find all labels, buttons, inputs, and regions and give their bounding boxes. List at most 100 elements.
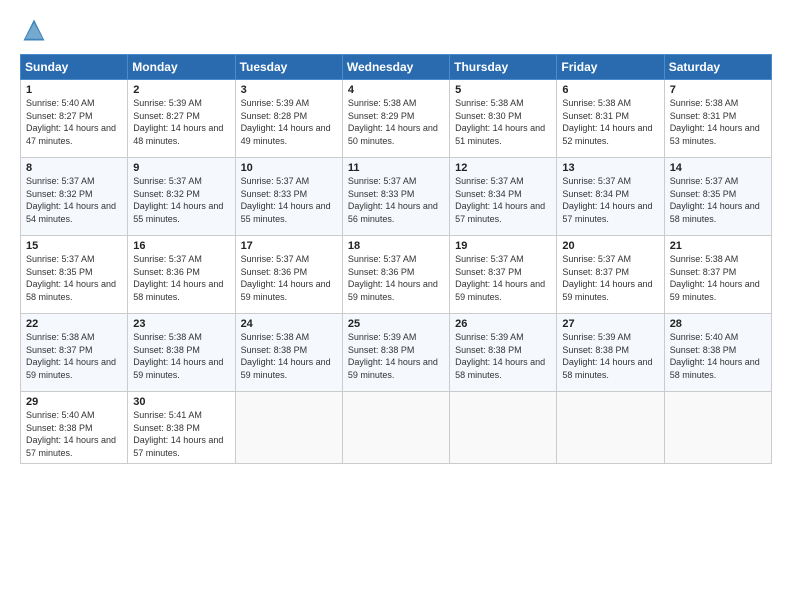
- col-header-thursday: Thursday: [450, 55, 557, 80]
- calendar-cell: 26 Sunrise: 5:39 AM Sunset: 8:38 PM Dayl…: [450, 314, 557, 392]
- col-header-monday: Monday: [128, 55, 235, 80]
- sunrise-text: Sunrise: 5:37 AM: [241, 254, 310, 264]
- daylight-text: Daylight: 14 hours and 57 minutes.: [26, 435, 116, 458]
- sunrise-text: Sunrise: 5:41 AM: [133, 410, 202, 420]
- sunset-text: Sunset: 8:38 PM: [133, 423, 200, 433]
- calendar-cell: 5 Sunrise: 5:38 AM Sunset: 8:30 PM Dayli…: [450, 80, 557, 158]
- daylight-text: Daylight: 14 hours and 57 minutes.: [562, 201, 652, 224]
- sunrise-text: Sunrise: 5:38 AM: [133, 332, 202, 342]
- day-info: Sunrise: 5:40 AM Sunset: 8:38 PM Dayligh…: [26, 409, 122, 459]
- day-info: Sunrise: 5:38 AM Sunset: 8:30 PM Dayligh…: [455, 97, 551, 147]
- sunset-text: Sunset: 8:36 PM: [133, 267, 200, 277]
- day-number: 9: [133, 162, 229, 174]
- calendar-cell: 1 Sunrise: 5:40 AM Sunset: 8:27 PM Dayli…: [21, 80, 128, 158]
- calendar-cell: 9 Sunrise: 5:37 AM Sunset: 8:32 PM Dayli…: [128, 158, 235, 236]
- day-number: 8: [26, 162, 122, 174]
- sunset-text: Sunset: 8:35 PM: [670, 189, 737, 199]
- sunset-text: Sunset: 8:32 PM: [133, 189, 200, 199]
- day-number: 5: [455, 84, 551, 96]
- daylight-text: Daylight: 14 hours and 59 minutes.: [26, 357, 116, 380]
- daylight-text: Daylight: 14 hours and 57 minutes.: [455, 201, 545, 224]
- day-info: Sunrise: 5:40 AM Sunset: 8:38 PM Dayligh…: [670, 331, 766, 381]
- sunrise-text: Sunrise: 5:37 AM: [26, 176, 95, 186]
- sunrise-text: Sunrise: 5:37 AM: [133, 254, 202, 264]
- daylight-text: Daylight: 14 hours and 58 minutes.: [670, 357, 760, 380]
- day-info: Sunrise: 5:38 AM Sunset: 8:38 PM Dayligh…: [133, 331, 229, 381]
- daylight-text: Daylight: 14 hours and 50 minutes.: [348, 123, 438, 146]
- sunset-text: Sunset: 8:36 PM: [348, 267, 415, 277]
- daylight-text: Daylight: 14 hours and 59 minutes.: [241, 279, 331, 302]
- day-info: Sunrise: 5:37 AM Sunset: 8:37 PM Dayligh…: [562, 253, 658, 303]
- calendar-cell: 18 Sunrise: 5:37 AM Sunset: 8:36 PM Dayl…: [342, 236, 449, 314]
- sunrise-text: Sunrise: 5:40 AM: [26, 410, 95, 420]
- sunrise-text: Sunrise: 5:40 AM: [670, 332, 739, 342]
- daylight-text: Daylight: 14 hours and 59 minutes.: [562, 279, 652, 302]
- calendar-cell: 24 Sunrise: 5:38 AM Sunset: 8:38 PM Dayl…: [235, 314, 342, 392]
- daylight-text: Daylight: 14 hours and 59 minutes.: [348, 357, 438, 380]
- sunset-text: Sunset: 8:38 PM: [455, 345, 522, 355]
- day-number: 1: [26, 84, 122, 96]
- calendar-cell: 15 Sunrise: 5:37 AM Sunset: 8:35 PM Dayl…: [21, 236, 128, 314]
- calendar-cell: 2 Sunrise: 5:39 AM Sunset: 8:27 PM Dayli…: [128, 80, 235, 158]
- calendar-cell: 4 Sunrise: 5:38 AM Sunset: 8:29 PM Dayli…: [342, 80, 449, 158]
- calendar-cell: 13 Sunrise: 5:37 AM Sunset: 8:34 PM Dayl…: [557, 158, 664, 236]
- sunset-text: Sunset: 8:38 PM: [562, 345, 629, 355]
- sunset-text: Sunset: 8:34 PM: [562, 189, 629, 199]
- day-number: 12: [455, 162, 551, 174]
- daylight-text: Daylight: 14 hours and 55 minutes.: [241, 201, 331, 224]
- day-info: Sunrise: 5:37 AM Sunset: 8:37 PM Dayligh…: [455, 253, 551, 303]
- day-info: Sunrise: 5:37 AM Sunset: 8:36 PM Dayligh…: [133, 253, 229, 303]
- calendar-cell: 16 Sunrise: 5:37 AM Sunset: 8:36 PM Dayl…: [128, 236, 235, 314]
- day-info: Sunrise: 5:39 AM Sunset: 8:28 PM Dayligh…: [241, 97, 337, 147]
- daylight-text: Daylight: 14 hours and 57 minutes.: [133, 435, 223, 458]
- calendar-cell: [557, 392, 664, 464]
- day-number: 30: [133, 396, 229, 408]
- day-number: 24: [241, 318, 337, 330]
- day-number: 25: [348, 318, 444, 330]
- day-info: Sunrise: 5:37 AM Sunset: 8:35 PM Dayligh…: [670, 175, 766, 225]
- sunrise-text: Sunrise: 5:38 AM: [455, 98, 524, 108]
- header: [20, 16, 772, 44]
- sunset-text: Sunset: 8:32 PM: [26, 189, 93, 199]
- day-info: Sunrise: 5:39 AM Sunset: 8:27 PM Dayligh…: [133, 97, 229, 147]
- day-info: Sunrise: 5:37 AM Sunset: 8:32 PM Dayligh…: [133, 175, 229, 225]
- daylight-text: Daylight: 14 hours and 52 minutes.: [562, 123, 652, 146]
- calendar-cell: 8 Sunrise: 5:37 AM Sunset: 8:32 PM Dayli…: [21, 158, 128, 236]
- sunset-text: Sunset: 8:38 PM: [133, 345, 200, 355]
- day-number: 23: [133, 318, 229, 330]
- sunrise-text: Sunrise: 5:38 AM: [670, 98, 739, 108]
- calendar-cell: 19 Sunrise: 5:37 AM Sunset: 8:37 PM Dayl…: [450, 236, 557, 314]
- calendar-cell: 10 Sunrise: 5:37 AM Sunset: 8:33 PM Dayl…: [235, 158, 342, 236]
- calendar-cell: 23 Sunrise: 5:38 AM Sunset: 8:38 PM Dayl…: [128, 314, 235, 392]
- day-info: Sunrise: 5:37 AM Sunset: 8:33 PM Dayligh…: [348, 175, 444, 225]
- day-number: 20: [562, 240, 658, 252]
- logo-icon: [20, 16, 48, 44]
- daylight-text: Daylight: 14 hours and 47 minutes.: [26, 123, 116, 146]
- calendar-cell: 27 Sunrise: 5:39 AM Sunset: 8:38 PM Dayl…: [557, 314, 664, 392]
- calendar-cell: 30 Sunrise: 5:41 AM Sunset: 8:38 PM Dayl…: [128, 392, 235, 464]
- day-info: Sunrise: 5:38 AM Sunset: 8:38 PM Dayligh…: [241, 331, 337, 381]
- sunrise-text: Sunrise: 5:39 AM: [348, 332, 417, 342]
- sunset-text: Sunset: 8:34 PM: [455, 189, 522, 199]
- sunrise-text: Sunrise: 5:39 AM: [241, 98, 310, 108]
- col-header-saturday: Saturday: [664, 55, 771, 80]
- day-number: 28: [670, 318, 766, 330]
- calendar-cell: 20 Sunrise: 5:37 AM Sunset: 8:37 PM Dayl…: [557, 236, 664, 314]
- day-number: 6: [562, 84, 658, 96]
- day-number: 27: [562, 318, 658, 330]
- calendar-cell: [342, 392, 449, 464]
- sunset-text: Sunset: 8:37 PM: [26, 345, 93, 355]
- calendar-cell: 21 Sunrise: 5:38 AM Sunset: 8:37 PM Dayl…: [664, 236, 771, 314]
- sunrise-text: Sunrise: 5:37 AM: [241, 176, 310, 186]
- day-info: Sunrise: 5:40 AM Sunset: 8:27 PM Dayligh…: [26, 97, 122, 147]
- sunset-text: Sunset: 8:27 PM: [133, 111, 200, 121]
- day-number: 21: [670, 240, 766, 252]
- sunrise-text: Sunrise: 5:38 AM: [348, 98, 417, 108]
- day-number: 11: [348, 162, 444, 174]
- calendar-table: SundayMondayTuesdayWednesdayThursdayFrid…: [20, 54, 772, 464]
- calendar-cell: 29 Sunrise: 5:40 AM Sunset: 8:38 PM Dayl…: [21, 392, 128, 464]
- day-info: Sunrise: 5:37 AM Sunset: 8:33 PM Dayligh…: [241, 175, 337, 225]
- daylight-text: Daylight: 14 hours and 53 minutes.: [670, 123, 760, 146]
- day-number: 17: [241, 240, 337, 252]
- sunset-text: Sunset: 8:38 PM: [348, 345, 415, 355]
